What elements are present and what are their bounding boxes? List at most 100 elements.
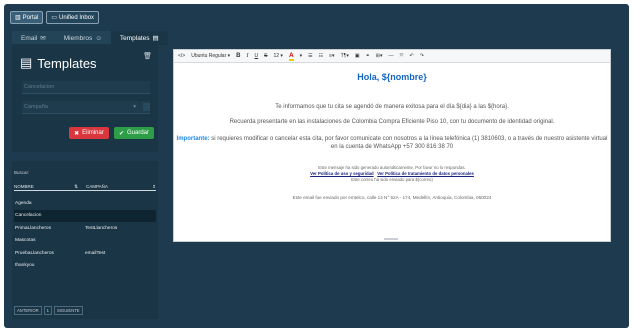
inbox-icon: ▭ xyxy=(51,15,58,21)
resize-handle[interactable] xyxy=(384,238,398,240)
bold-icon[interactable]: B xyxy=(236,53,240,59)
email-footer: Este email fue enviado por emtelco, call… xyxy=(292,195,492,201)
panel-title-text: Templates xyxy=(37,55,97,71)
font-size-select[interactable]: 12 ▾ xyxy=(273,53,282,59)
ordered-list-icon[interactable]: ☷ xyxy=(319,53,323,59)
email-editor[interactable]: </> Ubuntu Regular ▾ B I U S 12 ▾ A ▾ ☰ … xyxy=(173,49,611,242)
sort-icon: ⇅ xyxy=(74,184,78,189)
delete-button[interactable]: ✖ Eliminar xyxy=(69,127,109,139)
row-name: Mascotas xyxy=(15,238,36,244)
row-campaign: emailTest xyxy=(85,250,106,256)
row-name: PrimaLlancheros xyxy=(15,225,51,231)
campaign-clear-button[interactable] xyxy=(143,103,150,111)
column-campana-label: CAMPAÑA xyxy=(86,184,108,189)
important-label: Importante: xyxy=(176,136,210,142)
app-frame: ▥ Portal ▭ Unified Inbox Email ✉ Miembro… xyxy=(4,4,629,328)
color-dropdown-icon[interactable]: ▾ xyxy=(300,53,303,59)
unified-inbox-button[interactable]: ▭ Unified Inbox xyxy=(46,11,100,24)
top-bar: ▥ Portal ▭ Unified Inbox xyxy=(10,11,100,24)
paragraph-format-icon[interactable]: T¶▾ xyxy=(341,53,349,59)
fullscreen-icon[interactable]: ⤧ xyxy=(399,53,403,59)
email-paragraph-3: Importante: si requieres modificar o can… xyxy=(174,135,610,151)
search-label: Buscar: xyxy=(14,170,30,175)
editor-toolbar: </> Ubuntu Regular ▾ B I U S 12 ▾ A ▾ ☰ … xyxy=(174,50,610,63)
delete-label: Eliminar xyxy=(82,130,104,136)
auto-message-block: Este mensaje ha sido generado automática… xyxy=(174,165,610,182)
unified-inbox-label: Unified Inbox xyxy=(59,14,95,21)
pagination: ANTERIOR 1 SIGUIENTE xyxy=(14,306,83,315)
table-row[interactable]: PruebaLlancheros emailTest xyxy=(14,247,156,260)
strikethrough-icon[interactable]: S xyxy=(264,53,267,59)
template-form-panel: ▤ Templates 🗑 Cancelacion Campaña ▾ ✖ El… xyxy=(12,44,158,152)
font-family-value: Ubuntu Regular xyxy=(191,53,227,59)
email-paragraph-2: Recuerda presentarte en las instalacione… xyxy=(229,119,555,125)
column-nombre-label: NOMBRE xyxy=(14,184,34,189)
font-family-select[interactable]: Ubuntu Regular ▾ xyxy=(191,53,230,59)
font-size-value: 12 xyxy=(273,53,280,59)
editor-content[interactable]: Hola, ${nombre} Te informamos que tu cit… xyxy=(174,64,610,200)
campaign-placeholder: Campaña xyxy=(24,104,48,110)
sort-icon: ⇕ xyxy=(152,184,156,189)
italic-icon[interactable]: I xyxy=(247,53,249,59)
trash-icon[interactable]: 🗑 xyxy=(143,52,152,60)
table-row[interactable]: thankyou xyxy=(14,260,156,273)
column-campana[interactable]: CAMPAÑA ⇕ xyxy=(84,184,156,191)
prev-page-button[interactable]: ANTERIOR xyxy=(14,306,42,315)
template-icon: ▤ xyxy=(152,35,159,42)
policy-link-1[interactable]: Ver Política de uso y seguridad xyxy=(310,171,374,176)
users-icon: ☺ xyxy=(95,34,102,42)
table-row[interactable]: PrimaLlancheros TestLlancheros xyxy=(14,222,156,235)
row-campaign: TestLlancheros xyxy=(85,225,118,231)
close-icon: ✖ xyxy=(74,130,80,137)
table-icon[interactable]: ⊞▾ xyxy=(376,53,383,59)
list-header: NOMBRE ⇅ CAMPAÑA ⇕ xyxy=(14,184,156,191)
portal-label: Portal xyxy=(22,14,39,21)
table-row[interactable]: Agenda xyxy=(14,197,156,210)
template-icon: ▤ xyxy=(20,55,33,70)
text-color-icon[interactable]: A xyxy=(288,52,294,61)
unordered-list-icon[interactable]: ☰ xyxy=(308,53,312,59)
table-row[interactable]: Mascotas xyxy=(14,235,156,248)
chevron-down-icon: ▾ xyxy=(133,104,136,110)
tab-email[interactable]: Email ✉ xyxy=(12,31,55,45)
envelope-icon: ✉ xyxy=(40,35,46,42)
row-name: PruebaLlancheros xyxy=(15,250,54,256)
tab-miembros-label: Miembros xyxy=(63,34,93,42)
template-name-placeholder: Cancelacion xyxy=(24,84,55,90)
row-name: Cancelacion xyxy=(15,213,42,219)
column-nombre[interactable]: NOMBRE ⇅ xyxy=(14,184,84,191)
tab-templates[interactable]: Templates ▤ xyxy=(110,31,168,45)
important-text: si requieres modificar o cancelar esta c… xyxy=(209,136,608,150)
panel-title: ▤ Templates xyxy=(20,55,97,71)
email-heading: Hola, ${nombre} xyxy=(357,72,427,82)
align-icon[interactable]: ≡▾ xyxy=(329,53,334,59)
tab-templates-label: Templates xyxy=(119,34,150,42)
redo-icon[interactable]: ↷ xyxy=(420,53,424,59)
page-number-button[interactable]: 1 xyxy=(43,306,52,315)
table-row[interactable]: Cancelacion xyxy=(14,209,156,222)
policy-link-2[interactable]: Ver Política de tratamiento de datos per… xyxy=(377,171,474,176)
horizontal-line-icon[interactable]: — xyxy=(388,53,393,59)
tab-miembros[interactable]: Miembros ☺ xyxy=(54,31,111,45)
save-button[interactable]: ✔ Guardar xyxy=(114,127,154,139)
templates-list-panel: Buscar: NOMBRE ⇅ CAMPAÑA ⇕ Agenda Cancel… xyxy=(12,161,158,319)
check-icon: ✔ xyxy=(118,130,124,137)
chart-icon: ▥ xyxy=(15,15,21,21)
image-icon[interactable]: ▣ xyxy=(355,53,360,59)
tab-bar: Email ✉ Miembros ☺ Templates ▤ xyxy=(12,31,168,45)
link-icon[interactable]: ⚭ xyxy=(366,53,370,59)
underline-icon[interactable]: U xyxy=(255,53,259,59)
email-paragraph-1: Te informamos que tu cita se agendó de m… xyxy=(275,104,509,110)
tab-email-label: Email xyxy=(21,34,38,42)
template-name-input[interactable]: Cancelacion xyxy=(22,81,150,94)
list-rows: Agenda Cancelacion PrimaLlancheros TestLl… xyxy=(14,197,156,272)
save-label: Guardar xyxy=(127,130,150,136)
code-view-icon[interactable]: </> xyxy=(178,53,185,59)
undo-icon[interactable]: ↶ xyxy=(409,53,413,59)
campaign-select[interactable]: Campaña ▾ xyxy=(22,101,150,114)
next-page-button[interactable]: SIGUIENTE xyxy=(53,306,83,315)
sent-to-text: Este correo ha sido enviado para ${corre… xyxy=(351,176,433,182)
portal-button[interactable]: ▥ Portal xyxy=(10,11,44,24)
row-name: thankyou xyxy=(15,263,35,269)
row-name: Agenda xyxy=(15,200,32,206)
